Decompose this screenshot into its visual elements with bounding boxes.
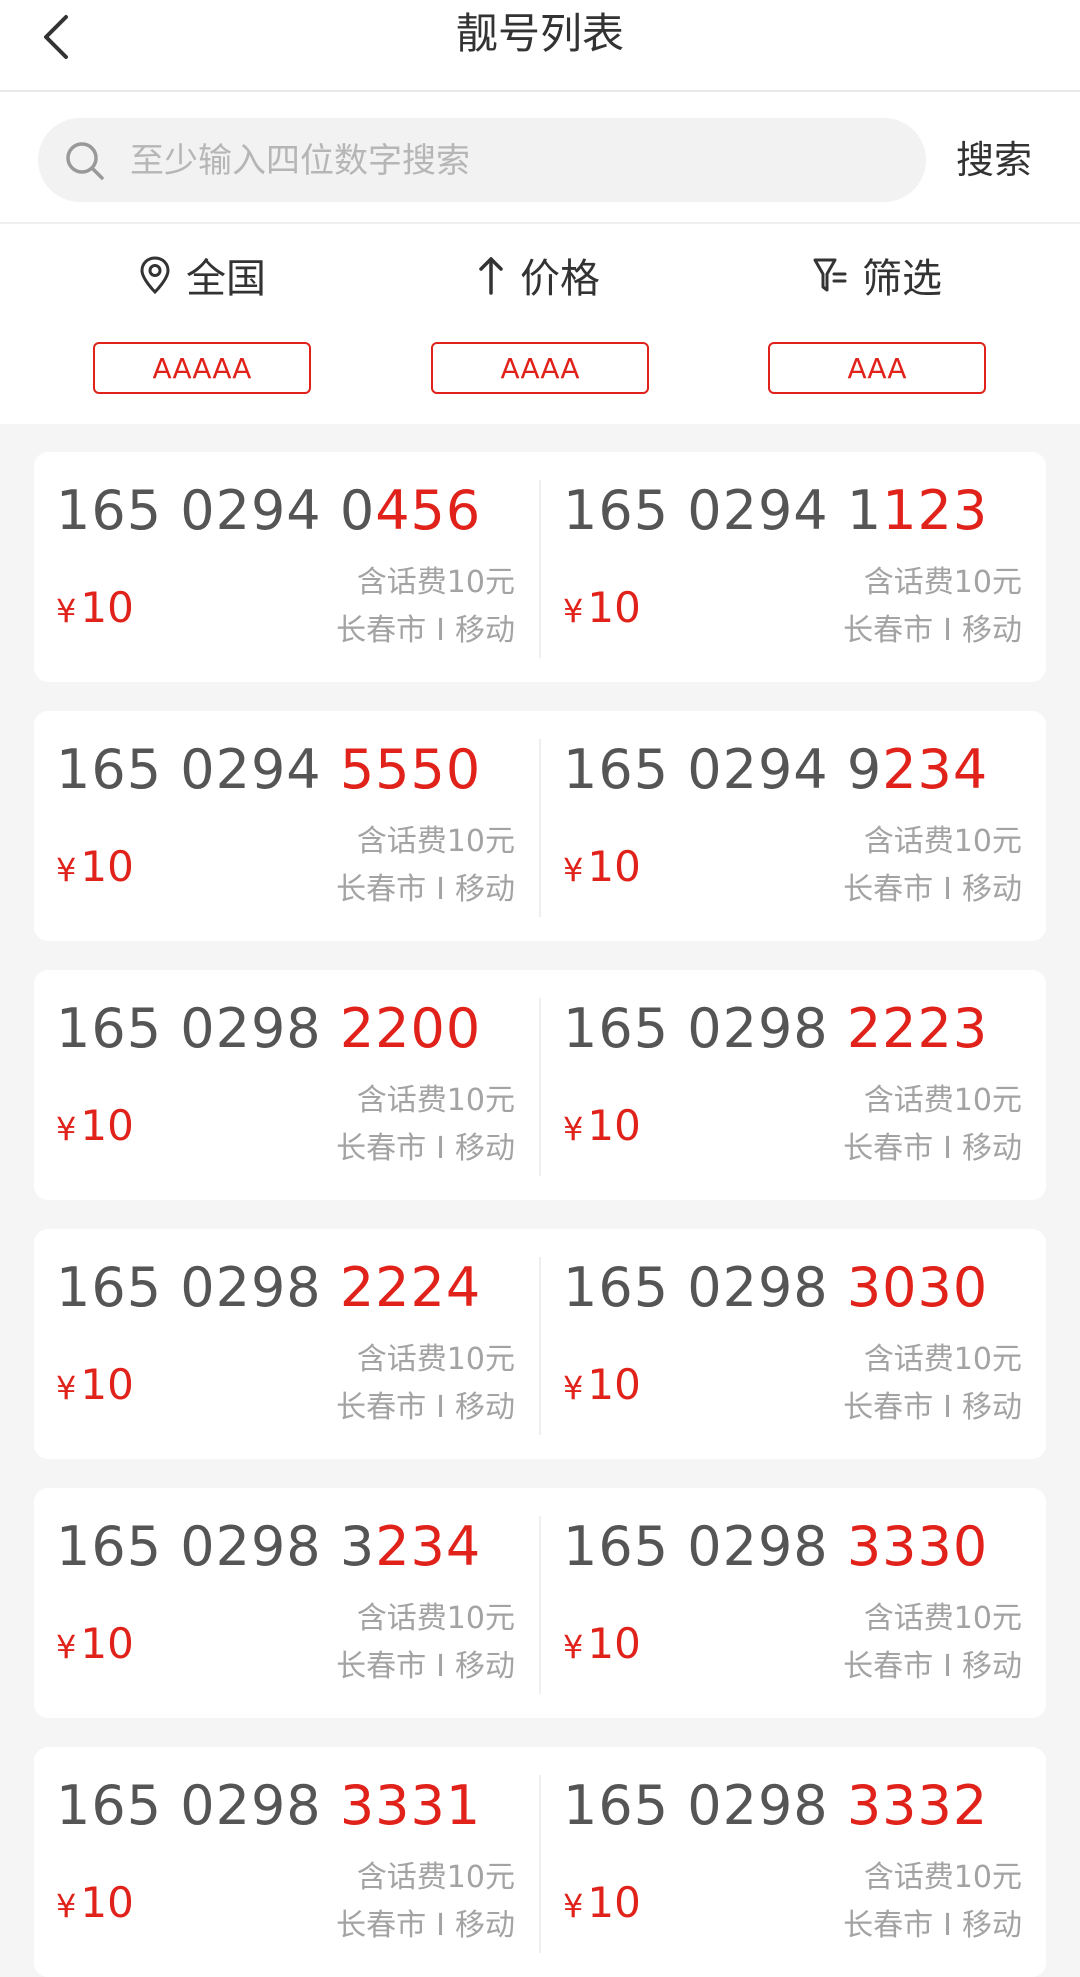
number-item[interactable]: 165 0294 5550 ¥10 含话费10元 长春市 I 移动 [34, 711, 539, 941]
location-carrier: 长春市 I 移动 [843, 1390, 1022, 1425]
price: ¥10 [56, 583, 134, 632]
phone-number: 165 0298 3331 [56, 1774, 482, 1837]
location-carrier: 长春市 I 移动 [843, 1908, 1022, 1943]
search-section: 搜索 [0, 92, 1080, 224]
phone-number: 165 0298 2200 [56, 997, 482, 1060]
arrow-up-icon [479, 257, 503, 295]
tag-aaaa[interactable]: AAAA [431, 342, 649, 394]
phone-number: 165 0298 3030 [563, 1256, 989, 1319]
price: ¥10 [56, 1619, 134, 1668]
number-card: 165 0298 3234 ¥10 含话费10元 长春市 I 移动 165 0298… [34, 1488, 1046, 1718]
location-carrier: 长春市 I 移动 [336, 613, 515, 648]
location-carrier: 长春市 I 移动 [336, 1649, 515, 1684]
filter-section: 全国 价格 筛选 AAAAA AAAA AAA [0, 224, 1080, 424]
price: ¥10 [56, 1878, 134, 1927]
location-carrier: 长春市 I 移动 [336, 872, 515, 907]
number-card: 165 0294 0456 ¥10 含话费10元 长春市 I 移动 165 0294… [34, 452, 1046, 682]
number-item[interactable]: 165 0298 3234 ¥10 含话费10元 长春市 I 移动 [34, 1488, 539, 1718]
header-bar: 靓号列表 [0, 0, 1080, 92]
search-button[interactable]: 搜索 [956, 120, 1066, 200]
fee-info: 含话费10元 [863, 1860, 1022, 1895]
search-box[interactable] [38, 118, 926, 204]
phone-number: 165 0294 9234 [563, 738, 989, 801]
location-carrier: 长春市 I 移动 [336, 1131, 515, 1166]
search-icon [64, 140, 106, 182]
location-carrier: 长春市 I 移动 [336, 1390, 515, 1425]
number-card: 165 0298 2224 ¥10 含话费10元 长春市 I 移动 165 0298… [34, 1229, 1046, 1459]
page-title: 靓号列表 [455, 9, 624, 58]
phone-number: 165 0294 5550 [56, 738, 482, 801]
location-pin-icon [140, 256, 170, 295]
number-item[interactable]: 165 0298 3332 ¥10 含话费10元 长春市 I 移动 [541, 1747, 1046, 1977]
fee-info: 含话费10元 [356, 1601, 515, 1636]
location-carrier: 长春市 I 移动 [843, 1649, 1022, 1684]
price-sort[interactable]: 价格 [476, 242, 600, 308]
number-item[interactable]: 165 0298 2224 ¥10 含话费10元 长春市 I 移动 [34, 1229, 539, 1459]
phone-number: 165 0294 0456 [56, 479, 482, 542]
phone-number: 165 0298 2223 [563, 997, 989, 1060]
number-item[interactable]: 165 0298 3331 ¥10 含话费10元 长春市 I 移动 [34, 1747, 539, 1977]
fee-info: 含话费10元 [356, 1342, 515, 1377]
price: ¥10 [563, 583, 641, 632]
price: ¥10 [563, 1101, 641, 1150]
number-item[interactable]: 165 0294 1123 ¥10 含话费10元 长春市 I 移动 [541, 452, 1046, 682]
region-filter[interactable]: 全国 [138, 242, 266, 308]
number-item[interactable]: 165 0298 3030 ¥10 含话费10元 长春市 I 移动 [541, 1229, 1046, 1459]
price: ¥10 [563, 842, 641, 891]
price: ¥10 [563, 1878, 641, 1927]
number-item[interactable]: 165 0298 2200 ¥10 含话费10元 长春市 I 移动 [34, 970, 539, 1200]
fee-info: 含话费10元 [863, 1083, 1022, 1118]
phone-number: 165 0298 2224 [56, 1256, 482, 1319]
number-card: 165 0298 3331 ¥10 含话费10元 长春市 I 移动 165 0298… [34, 1747, 1046, 1977]
phone-number: 165 0298 3234 [56, 1515, 482, 1578]
filter-icon [813, 258, 847, 292]
price: ¥10 [56, 1101, 134, 1150]
phone-number: 165 0298 3332 [563, 1774, 989, 1837]
price: ¥10 [563, 1360, 641, 1409]
fee-info: 含话费10元 [356, 1083, 515, 1118]
tag-aaaaa[interactable]: AAAAA [93, 342, 311, 394]
fee-info: 含话费10元 [863, 565, 1022, 600]
price: ¥10 [56, 1360, 134, 1409]
number-card: 165 0294 5550 ¥10 含话费10元 长春市 I 移动 165 0294… [34, 711, 1046, 941]
number-item[interactable]: 165 0298 2223 ¥10 含话费10元 长春市 I 移动 [541, 970, 1046, 1200]
search-input[interactable] [128, 118, 902, 204]
fee-info: 含话费10元 [356, 565, 515, 600]
number-card: 165 0298 2200 ¥10 含话费10元 长春市 I 移动 165 0298… [34, 970, 1046, 1200]
number-item[interactable]: 165 0298 3330 ¥10 含话费10元 长春市 I 移动 [541, 1488, 1046, 1718]
fee-info: 含话费10元 [356, 824, 515, 859]
location-carrier: 长春市 I 移动 [843, 613, 1022, 648]
phone-number: 165 0298 3330 [563, 1515, 989, 1578]
phone-number: 165 0294 1123 [563, 479, 989, 542]
price: ¥10 [563, 1619, 641, 1668]
region-filter-label: 全国 [186, 256, 266, 302]
fee-info: 含话费10元 [863, 1342, 1022, 1377]
screen-filter[interactable]: 筛选 [812, 242, 942, 308]
price: ¥10 [56, 842, 134, 891]
fee-info: 含话费10元 [863, 824, 1022, 859]
fee-info: 含话费10元 [863, 1601, 1022, 1636]
fee-info: 含话费10元 [356, 1860, 515, 1895]
tag-aaa[interactable]: AAA [768, 342, 986, 394]
screen-filter-label: 筛选 [862, 256, 942, 302]
price-sort-label: 价格 [520, 256, 600, 302]
location-carrier: 长春市 I 移动 [843, 872, 1022, 907]
location-carrier: 长春市 I 移动 [336, 1908, 515, 1943]
number-item[interactable]: 165 0294 0456 ¥10 含话费10元 长春市 I 移动 [34, 452, 539, 682]
number-item[interactable]: 165 0294 9234 ¥10 含话费10元 长春市 I 移动 [541, 711, 1046, 941]
location-carrier: 长春市 I 移动 [843, 1131, 1022, 1166]
